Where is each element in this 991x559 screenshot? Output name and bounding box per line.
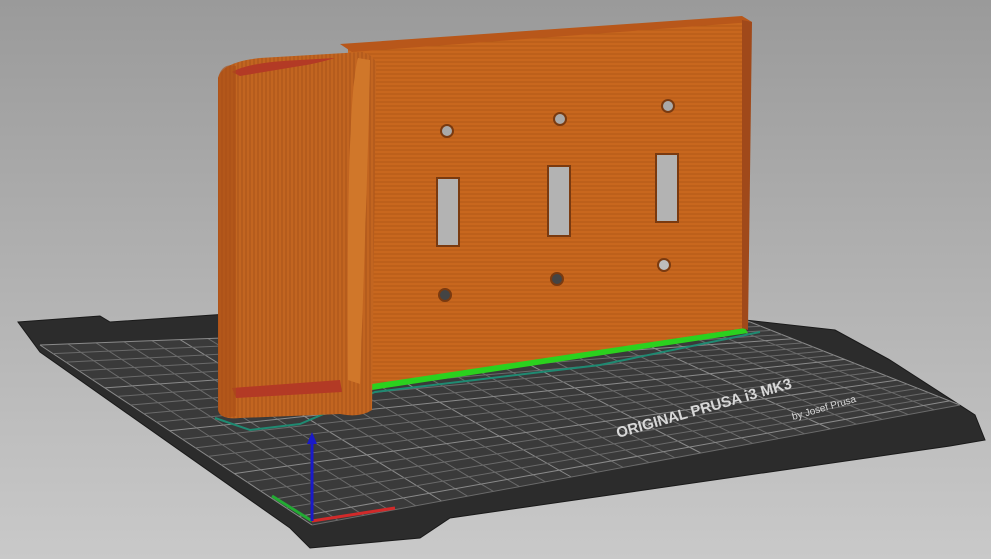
switch-slot [547,165,571,237]
screw-hole [550,272,564,286]
model-column [218,52,377,419]
switch-slot [655,153,679,223]
model-plate [340,16,752,384]
screw-hole [657,258,671,272]
column-left-shade [218,65,236,418]
switch-slot [436,177,460,247]
screw-hole [440,124,454,138]
screw-hole [553,112,567,126]
3d-viewport[interactable]: ORIGINAL PRUSA i3 MK3 by Josef Prusa [0,0,991,559]
screw-hole [438,288,452,302]
scene-svg[interactable]: ORIGINAL PRUSA i3 MK3 by Josef Prusa [0,0,991,559]
screw-hole [661,99,675,113]
